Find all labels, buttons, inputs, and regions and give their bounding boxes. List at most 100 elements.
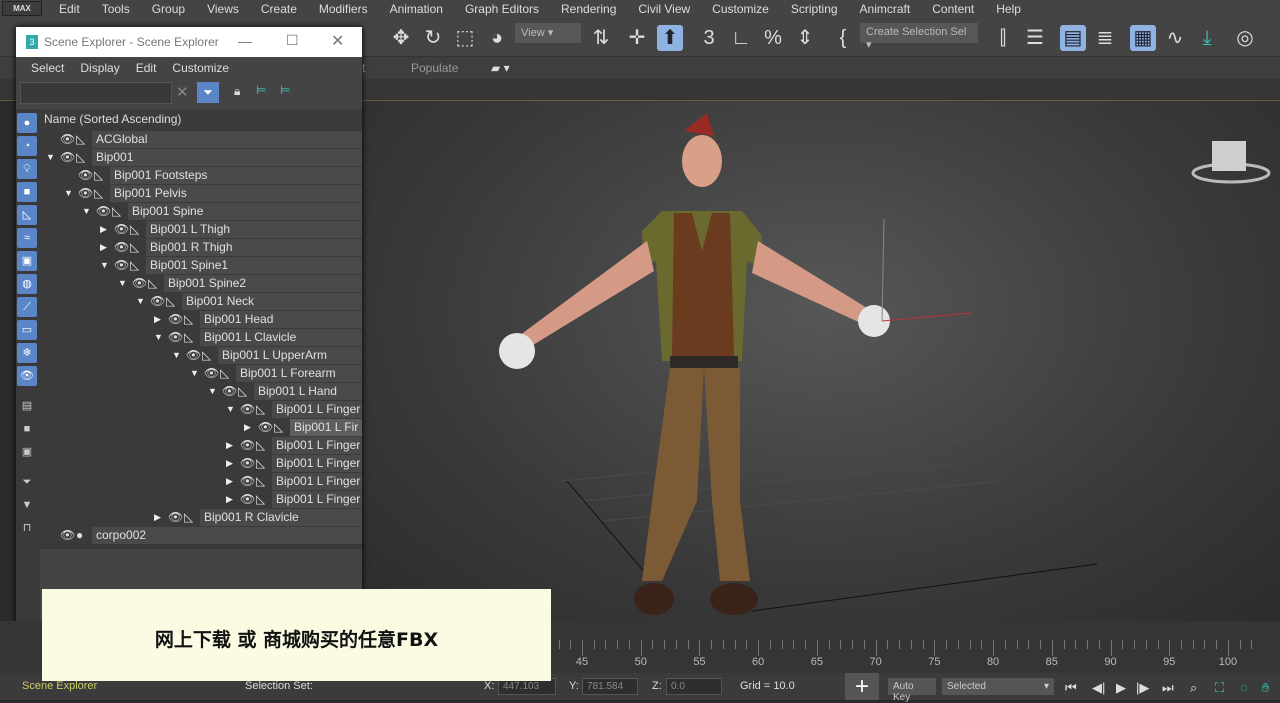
perspective-viewport[interactable]: [362, 101, 1280, 621]
tree-row[interactable]: 👁︎ ● corpo002: [40, 527, 362, 545]
collapse-arrow-icon[interactable]: ▼: [118, 278, 128, 288]
expand-arrow-icon[interactable]: ▶: [100, 242, 110, 253]
menu-modifiers[interactable]: Modifiers: [308, 2, 379, 16]
tree-row[interactable]: 👁︎ ◺ ACGlobal: [40, 131, 362, 149]
menu-civil-view[interactable]: Civil View: [627, 2, 701, 16]
visibility-eye-icon[interactable]: 👁︎: [204, 366, 219, 380]
move-icon[interactable]: ✥: [388, 25, 414, 51]
layer-explorer-icon[interactable]: ≣: [1092, 25, 1118, 51]
visibility-eye-icon[interactable]: 👁︎: [114, 222, 129, 236]
visibility-eye-icon[interactable]: 👁︎: [240, 456, 255, 470]
filter-icon[interactable]: ▼: [17, 495, 37, 515]
menu-customize[interactable]: Customize: [172, 61, 229, 75]
visibility-eye-icon[interactable]: 👁︎: [240, 492, 255, 506]
menu-edit[interactable]: Edit: [136, 61, 157, 75]
orbit-icon[interactable]: ◌: [1240, 680, 1248, 695]
rotate-icon[interactable]: ↻: [420, 25, 446, 51]
visibility-eye-icon[interactable]: 👁︎: [132, 276, 147, 290]
scene-explorer-label[interactable]: Scene Explorer: [22, 680, 97, 692]
lights-filter-icon[interactable]: 💡︎: [17, 159, 37, 179]
tree-row[interactable]: ▶ 👁︎ ◺ Bip001 L Finger: [40, 491, 362, 509]
selection-set-label[interactable]: Selection Set:: [245, 680, 313, 692]
visibility-eye-icon[interactable]: 👁︎: [150, 294, 165, 308]
tree-row[interactable]: ▼ 👁︎ ◺ Bip001 Spine: [40, 203, 362, 221]
curve-editor-icon[interactable]: ∿: [1162, 25, 1188, 51]
tree-row[interactable]: ▼ 👁︎ ◺ Bip001 Spine1: [40, 257, 362, 275]
align-icon[interactable]: ☰: [1022, 25, 1048, 51]
menu-select[interactable]: Select: [31, 61, 64, 75]
visibility-eye-icon[interactable]: 👁︎: [96, 204, 111, 218]
keyboard-shortcut-toggle-icon[interactable]: ⬆: [657, 25, 683, 51]
tree-row[interactable]: ▼ 👁︎ ◺ Bip001 Spine2: [40, 275, 362, 293]
visibility-eye-icon[interactable]: 👁︎: [114, 258, 129, 272]
visibility-eye-icon[interactable]: 👁︎: [78, 168, 93, 182]
menu-scripting[interactable]: Scripting: [780, 2, 849, 16]
visibility-eye-icon[interactable]: 👁︎: [114, 240, 129, 254]
expand-arrow-icon[interactable]: ▶: [100, 224, 110, 235]
display-none-icon[interactable]: ■: [17, 419, 37, 439]
go-to-start-icon[interactable]: ⏮: [1065, 680, 1077, 696]
menu-animation[interactable]: Animation: [379, 2, 454, 16]
tree-row[interactable]: ▼ 👁︎ ◺ Bip001 Pelvis: [40, 185, 362, 203]
menu-graph-editors[interactable]: Graph Editors: [454, 2, 550, 16]
expand-arrow-icon[interactable]: ▶: [226, 476, 236, 487]
menu-customize[interactable]: Customize: [701, 2, 780, 16]
collapse-arrow-icon[interactable]: ▼: [136, 296, 146, 306]
collapse-arrow-icon[interactable]: ▼: [100, 260, 110, 270]
spinner-snap-icon[interactable]: ⇕: [792, 25, 818, 51]
tree-row[interactable]: ▶ 👁︎ ◺ Bip001 L Thigh: [40, 221, 362, 239]
lock-icon[interactable]: 🔒︎: [234, 84, 240, 99]
collapse-hierarchy-icon[interactable]: ⊨: [280, 83, 290, 97]
tree-row[interactable]: ▶ 👁︎ ◺ Bip001 L Fir: [40, 419, 362, 437]
key-mode-dropdown[interactable]: Selected ▾: [942, 678, 1054, 695]
angle-snap-icon[interactable]: ∟: [728, 25, 754, 51]
groups-filter-icon[interactable]: ▣: [17, 251, 37, 271]
expand-arrow-icon[interactable]: ▶: [244, 422, 254, 433]
menu-animcraft[interactable]: Animcraft: [849, 2, 922, 16]
display-all-icon[interactable]: ▤: [17, 396, 37, 416]
app-logo[interactable]: MAX: [2, 1, 42, 16]
visibility-eye-icon[interactable]: 👁︎: [222, 384, 237, 398]
tree-row[interactable]: ▶ 👁︎ ◺ Bip001 R Thigh: [40, 239, 362, 257]
zoom-icon[interactable]: ⌕: [1190, 680, 1197, 696]
select-manipulate-icon[interactable]: ✛: [624, 25, 650, 51]
visibility-eye-icon[interactable]: 👁︎: [168, 330, 183, 344]
collapse-arrow-icon[interactable]: ▼: [172, 350, 182, 360]
visibility-eye-icon[interactable]: 👁︎: [240, 474, 255, 488]
container-icon[interactable]: ⊓: [17, 518, 37, 538]
tree-row[interactable]: ▼ 👁︎ ◺ Bip001 L Hand: [40, 383, 362, 401]
shapes-filter-icon[interactable]: ◔: [17, 136, 37, 156]
ribbon-options-icon[interactable]: ▰ ▾: [491, 61, 510, 75]
spacewarps-filter-icon[interactable]: ≈: [17, 228, 37, 248]
collapse-arrow-icon[interactable]: ▼: [64, 188, 74, 198]
collapse-arrow-icon[interactable]: ▼: [190, 368, 200, 378]
visibility-eye-icon[interactable]: 👁︎: [78, 186, 93, 200]
collapse-arrow-icon[interactable]: ▼: [82, 206, 92, 216]
clear-search-icon[interactable]: ✕: [176, 83, 189, 101]
tree-row[interactable]: ▶ 👁︎ ◺ Bip001 L Finger: [40, 473, 362, 491]
expand-arrow-icon[interactable]: ▶: [226, 494, 236, 505]
visibility-eye-icon[interactable]: 👁︎: [60, 528, 75, 542]
set-key-icon[interactable]: +: [845, 673, 879, 700]
menu-help[interactable]: Help: [985, 2, 1032, 16]
pivot-icon[interactable]: ⇅: [588, 25, 614, 51]
hidden-filter-icon[interactable]: 👁︎: [17, 366, 37, 386]
tree-row[interactable]: ▼ 👁︎ ◺ Bip001 L Clavicle: [40, 329, 362, 347]
visibility-eye-icon[interactable]: 👁︎: [240, 402, 255, 416]
reference-coordinate-dropdown[interactable]: View ▾: [515, 23, 581, 43]
scene-explorer-toggle-icon[interactable]: ▤: [1060, 25, 1086, 51]
xrefs-filter-icon[interactable]: ◍: [17, 274, 37, 294]
column-header-name[interactable]: Name (Sorted Ascending): [40, 109, 362, 129]
menu-content[interactable]: Content: [921, 2, 985, 16]
expand-arrow-icon[interactable]: ▶: [154, 512, 164, 523]
close-button[interactable]: ✕: [331, 31, 344, 51]
percent-snap-icon[interactable]: %: [760, 25, 786, 51]
visibility-eye-icon[interactable]: 👁︎: [258, 420, 273, 434]
place-icon[interactable]: ◕: [484, 25, 510, 51]
play-icon[interactable]: ▶: [1116, 680, 1126, 696]
collapse-arrow-icon[interactable]: ▼: [154, 332, 164, 342]
menu-views[interactable]: Views: [196, 2, 250, 16]
collapse-arrow-icon[interactable]: ▼: [208, 386, 218, 396]
menu-create[interactable]: Create: [250, 2, 308, 16]
minimize-button[interactable]: —: [238, 33, 252, 49]
